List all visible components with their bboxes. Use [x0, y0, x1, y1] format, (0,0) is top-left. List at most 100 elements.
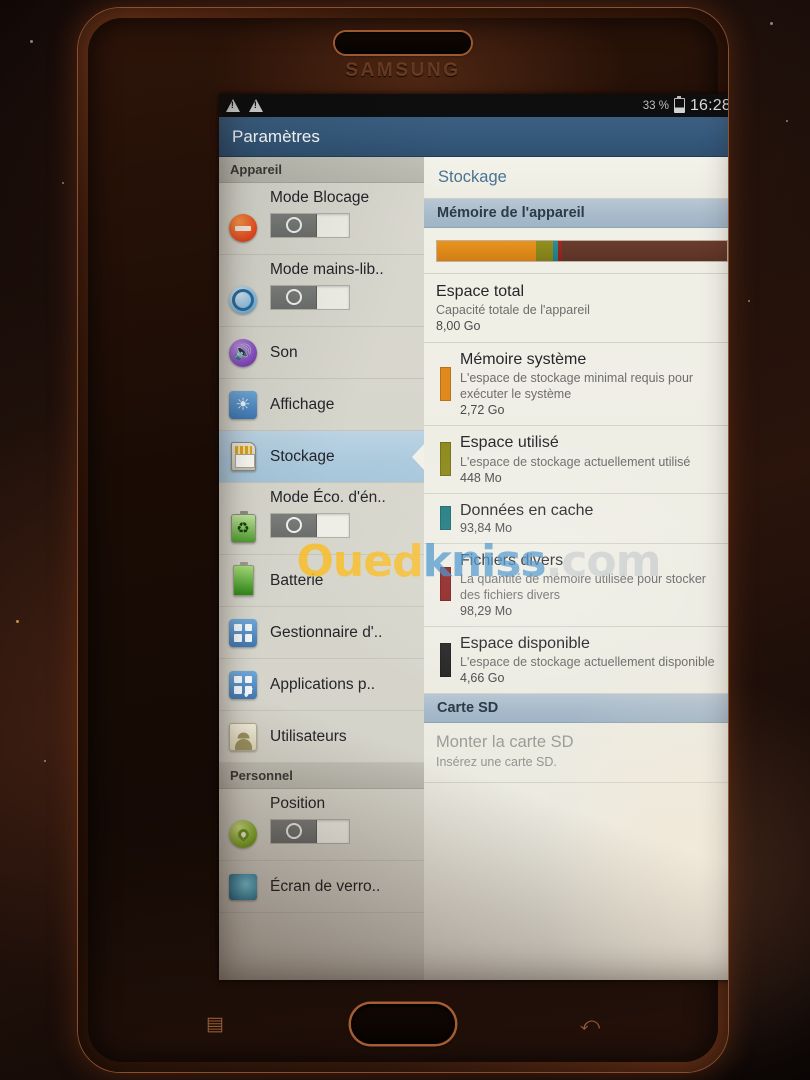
- mode-eco-toggle[interactable]: [270, 512, 350, 538]
- sidebar-item-label: Stockage: [270, 447, 335, 465]
- sidebar-section-header-personnel: Personnel: [219, 763, 424, 789]
- sidebar-item-label: Écran de verro..: [270, 877, 381, 895]
- sidebar-item-mode-blocage[interactable]: Mode Blocage: [219, 183, 424, 255]
- sidebar-item-label: Mode Éco. d'én..: [270, 489, 386, 506]
- clock-label: 16:28: [689, 96, 728, 114]
- sidebar-item-gestionnaire-applications[interactable]: Gestionnaire d'..: [219, 607, 424, 659]
- warning-triangle-icon: [249, 99, 263, 112]
- settings-sidebar[interactable]: Appareil Mode Blocage Mode mains-lib.. 🔊…: [219, 157, 424, 980]
- warning-triangle-icon: [226, 99, 240, 112]
- sidebar-item-batterie[interactable]: Batterie: [219, 555, 424, 607]
- row-title: Monter la carte SD: [436, 733, 574, 752]
- dust-speck: [786, 120, 788, 122]
- sidebar-item-stockage[interactable]: Stockage: [219, 431, 424, 483]
- storage-row-espace-utilise[interactable]: Espace utilisé L'espace de stockage actu…: [424, 426, 728, 494]
- legend-swatch-systeme: [440, 366, 451, 401]
- sidebar-section-header-appareil: Appareil: [219, 157, 424, 183]
- legend-swatch-cache: [440, 505, 451, 530]
- home-button[interactable]: [351, 1004, 455, 1044]
- row-subtitle: L'espace de stockage actuellement dispon…: [460, 655, 715, 670]
- row-value: 93,84 Mo: [460, 520, 513, 535]
- legend-swatch-utilise: [440, 441, 451, 476]
- sidebar-item-son[interactable]: 🔊 Son: [219, 327, 424, 379]
- row-title: Espace disponible: [460, 634, 590, 652]
- samsung-logo: SAMSUNG: [345, 60, 461, 81]
- dust-speck: [748, 300, 750, 302]
- status-bar-right: 33 % 16:28: [643, 95, 728, 115]
- row-title: Espace utilisé: [460, 434, 559, 452]
- storage-bar-container: [424, 228, 728, 274]
- tablet-screen: 33 % 16:28 Paramètres Appareil Mode Bloc…: [219, 94, 728, 980]
- handsfree-icon: [227, 284, 259, 316]
- row-title: Données en cache: [460, 501, 594, 519]
- app-manager-icon: [227, 617, 259, 649]
- default-apps-icon: [227, 669, 259, 701]
- photo-scene: SAMSUNG ▤ ⤺ 33 % 16:28 Paramètres: [0, 0, 810, 1080]
- legend-swatch-divers: [440, 567, 451, 602]
- row-value: 98,29 Mo: [460, 603, 513, 618]
- block-mode-icon: [227, 212, 259, 244]
- position-toggle[interactable]: [270, 818, 350, 844]
- sidebar-item-label: Position: [270, 795, 326, 812]
- sidebar-item-utilisateurs[interactable]: Utilisateurs: [219, 711, 424, 763]
- storage-pane-title: Stockage: [424, 157, 728, 199]
- speaker-grille: [335, 32, 471, 54]
- sidebar-item-label: Utilisateurs: [270, 727, 347, 745]
- status-bar: 33 % 16:28: [219, 94, 728, 117]
- dust-speck: [30, 40, 33, 43]
- row-subtitle: La quantité de mémoire utilisée pour sto…: [460, 571, 706, 602]
- sd-card-icon: [227, 441, 259, 473]
- device-memory-header: Mémoire de l'appareil: [424, 199, 728, 228]
- sidebar-item-position[interactable]: Position: [219, 789, 424, 861]
- storage-row-fichiers-divers[interactable]: Fichiers divers La quantité de mémoire u…: [424, 544, 728, 627]
- sidebar-item-mode-eco-energie[interactable]: ♻ Mode Éco. d'én..: [219, 483, 424, 555]
- mode-mains-libres-toggle[interactable]: [270, 284, 350, 310]
- sidebar-item-label: Affichage: [270, 395, 335, 413]
- bar-segment-systeme: [437, 241, 536, 261]
- battery-icon: [673, 95, 685, 113]
- display-icon: ☀: [227, 389, 259, 421]
- sidebar-item-mode-mains-libres[interactable]: Mode mains-lib..: [219, 255, 424, 327]
- row-subtitle: Capacité totale de l'appareil: [436, 303, 590, 318]
- sidebar-item-label: Batterie: [270, 571, 324, 589]
- lockscreen-icon: [227, 871, 259, 903]
- location-icon: [227, 818, 259, 850]
- row-subtitle: Insérez une carte SD.: [436, 754, 557, 769]
- storage-row-espace-disponible[interactable]: Espace disponible L'espace de stockage a…: [424, 627, 728, 695]
- sidebar-item-label: Son: [270, 343, 298, 361]
- storage-row-espace-total[interactable]: Espace total Capacité totale de l'appare…: [424, 274, 728, 344]
- sidebar-item-affichage[interactable]: ☀ Affichage: [219, 379, 424, 431]
- power-saving-icon: ♻: [227, 510, 259, 544]
- row-subtitle: L'espace de stockage actuellement utilis…: [460, 454, 691, 469]
- legend-swatch-disponible: [440, 642, 451, 677]
- storage-detail-pane[interactable]: Stockage Mémoire de l'appareil Espace to…: [424, 157, 728, 980]
- storage-row-memoire-systeme[interactable]: Mémoire système L'espace de stockage min…: [424, 343, 728, 427]
- row-title: Mémoire système: [460, 351, 587, 369]
- sidebar-item-ecran-de-verrouillage[interactable]: Écran de verro..: [219, 861, 424, 913]
- sidebar-item-applications-par-defaut[interactable]: Applications p..: [219, 659, 424, 711]
- dust-speck: [16, 620, 19, 623]
- row-value: 448 Mo: [460, 470, 502, 485]
- tablet-device: SAMSUNG ▤ ⤺ 33 % 16:28 Paramètres: [78, 8, 728, 1072]
- row-value: 8,00 Go: [436, 319, 481, 334]
- sound-icon: 🔊: [227, 337, 259, 369]
- users-icon: [227, 721, 259, 753]
- battery-icon: [227, 562, 259, 597]
- storage-usage-bar: [436, 240, 728, 262]
- bar-segment-utilise: [535, 241, 553, 261]
- row-title: Fichiers divers: [460, 551, 564, 569]
- dust-speck: [770, 22, 773, 25]
- row-value: 4,66 Go: [460, 671, 505, 686]
- sd-card-header: Carte SD: [424, 694, 728, 724]
- page-title: Paramètres: [232, 127, 320, 146]
- row-subtitle: L'espace de stockage minimal requis pour…: [460, 371, 694, 402]
- row-title: Espace total: [436, 283, 525, 300]
- storage-row-donnees-en-cache[interactable]: Données en cache 93,84 Mo: [424, 494, 728, 544]
- bar-segment-disponible: [562, 241, 727, 261]
- mode-blocage-toggle[interactable]: [270, 212, 350, 238]
- settings-body: Appareil Mode Blocage Mode mains-lib.. 🔊…: [219, 157, 728, 980]
- sidebar-item-label: Applications p..: [270, 675, 376, 693]
- menu-key-icon[interactable]: ▤: [206, 1015, 224, 1034]
- back-key-icon[interactable]: ⤺: [580, 1015, 600, 1034]
- dust-speck: [44, 760, 46, 762]
